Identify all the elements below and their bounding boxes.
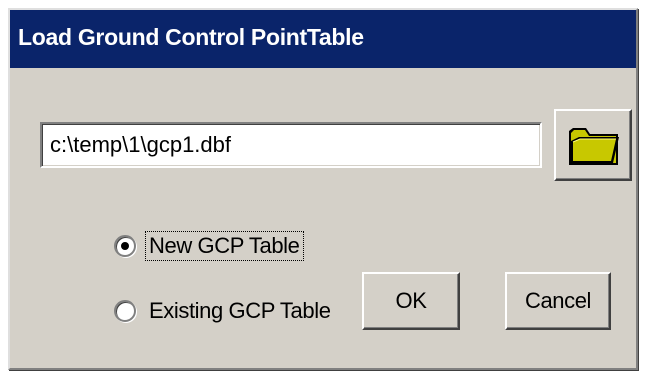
load-gcp-table-dialog: Load Ground Control PointTable New GCP T… [8, 8, 638, 370]
radio-button-new[interactable] [114, 235, 136, 257]
radio-existing-gcp-table[interactable]: Existing GCP Table [114, 297, 334, 325]
radio-button-existing[interactable] [114, 300, 136, 322]
file-path-input[interactable] [40, 122, 542, 168]
radio-label-existing[interactable]: Existing GCP Table [146, 297, 334, 325]
radio-label-new[interactable]: New GCP Table [145, 231, 304, 261]
radio-new-gcp-table[interactable]: New GCP Table [114, 231, 304, 261]
folder-icon [569, 128, 619, 165]
ok-button[interactable]: OK [362, 272, 460, 330]
cancel-button[interactable]: Cancel [505, 272, 611, 330]
window-title: Load Ground Control PointTable [18, 24, 364, 50]
browse-folder-button[interactable] [554, 109, 632, 181]
radio-selected-dot [121, 242, 129, 250]
title-bar[interactable]: Load Ground Control PointTable [10, 10, 636, 68]
